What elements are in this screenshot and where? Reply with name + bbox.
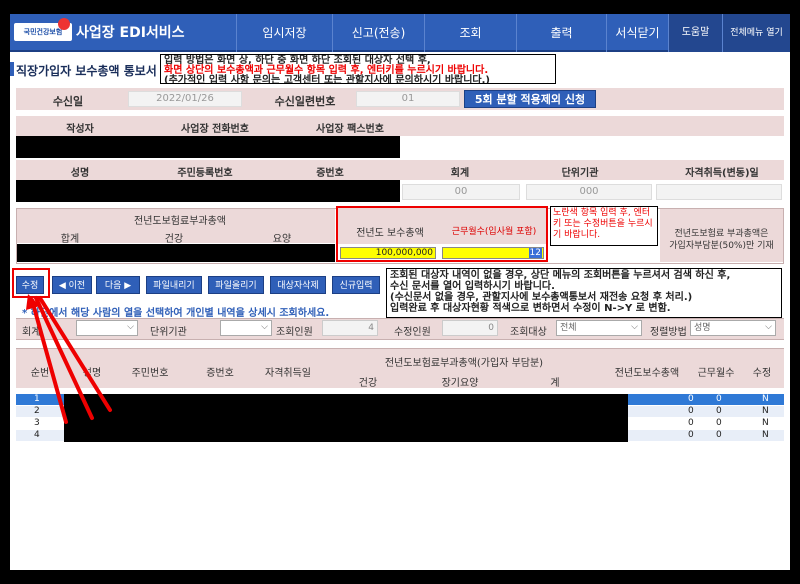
arrow-3 [38, 296, 112, 412]
arrow-2 [34, 296, 94, 420]
arrow-1 [30, 298, 68, 424]
app-window: 국민건강보험 사업장 EDI서비스 임시저장 신고(전송) 조회 출력 서식닫기… [10, 14, 790, 570]
annotation-arrows [26, 294, 112, 424]
